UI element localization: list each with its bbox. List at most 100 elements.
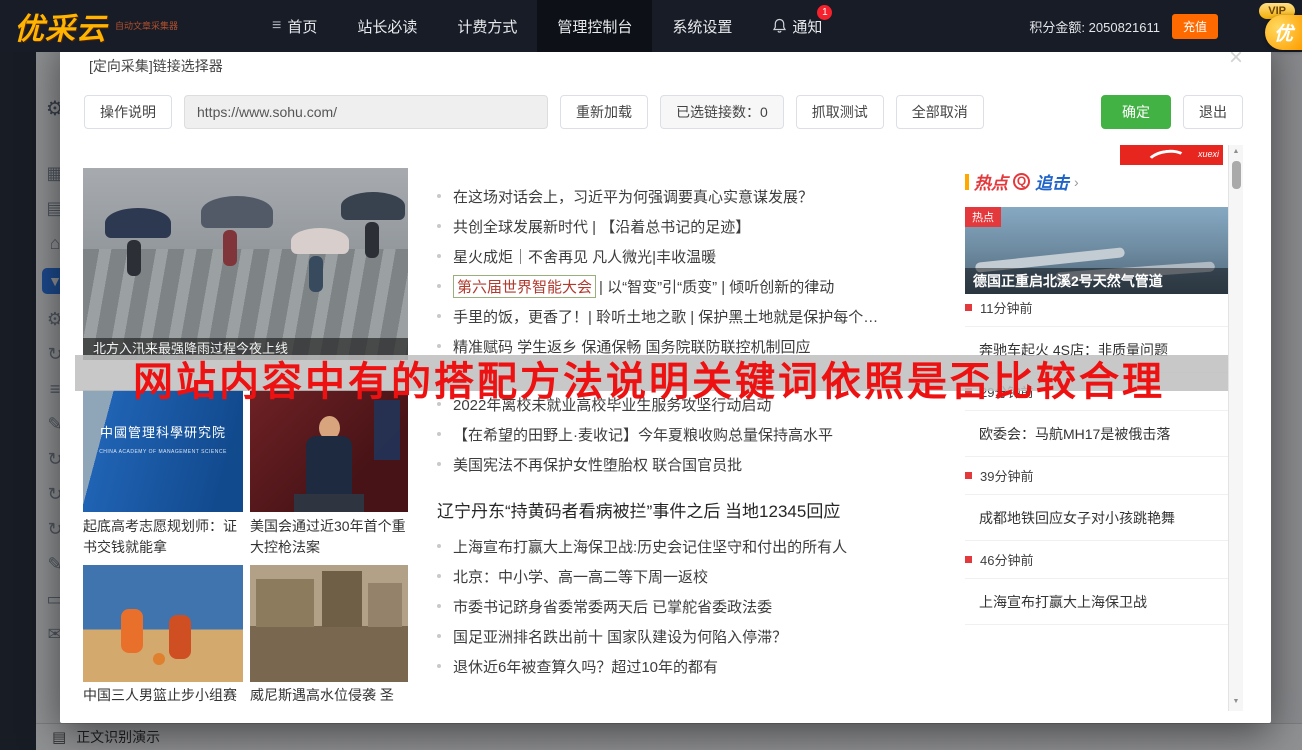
hotspot-label: 热点 <box>974 169 1008 194</box>
menu-icon: ≡ <box>272 17 281 35</box>
bullet-dot-icon <box>437 224 441 228</box>
headline-text: 北京：中小学、高一高二等下周一返校 <box>453 566 708 587</box>
news-headline[interactable]: 退休近6年被查算久吗？超过10年的都有 <box>437 651 953 681</box>
url-input[interactable] <box>184 95 548 129</box>
bullet-dot-icon <box>437 664 441 668</box>
cancel-all-button[interactable]: 全部取消 <box>896 95 984 129</box>
news-headline[interactable]: 手里的饭，更香了！| 聆听土地之歌 | 保护黑土地就是保护每个… <box>437 301 953 331</box>
news-headline[interactable]: 第六届世界智能大会 | 以“智变”引“质变” | 倾听创新的律动 <box>437 271 953 301</box>
selected-links-counter: 已选链接数：0 <box>660 95 784 129</box>
thumbnail-caption[interactable]: 起底高考志愿规划师：证书交钱就能拿 <box>83 516 243 558</box>
nav-label: 计费方式 <box>457 16 517 37</box>
player-shape <box>169 615 191 659</box>
grab-test-button[interactable]: 抓取测试 <box>796 95 884 129</box>
magnifier-icon: Q <box>1013 173 1030 190</box>
bullet-dot-icon <box>437 574 441 578</box>
news-headline[interactable]: 市委书记跻身省委常委两天后 已掌舵省委政法委 <box>437 591 953 621</box>
news-headline[interactable]: 【在希望的田野上·麦收记】今年夏粮收购总量保持高水平 <box>437 419 953 449</box>
help-button[interactable]: 操作说明 <box>84 95 172 129</box>
scroll-down-icon[interactable]: ▼ <box>1229 698 1243 705</box>
promo-banner-fragment[interactable]: xuexi <box>1120 145 1223 165</box>
building-shape <box>256 579 314 627</box>
headline-text: 【在希望的田野上·麦收记】今年夏粮收购总量保持高水平 <box>453 424 833 445</box>
scroll-up-icon[interactable]: ▲ <box>1229 148 1243 155</box>
news-headline[interactable]: 北京：中小学、高一高二等下周一返校 <box>437 561 953 591</box>
headline-text: 市委书记跻身省委常委两天后 已掌舵省委政法委 <box>453 596 772 617</box>
basketball-shape <box>153 653 165 665</box>
hotspot-headline[interactable]: 上海宣布打赢大上海保卫战 <box>965 579 1228 625</box>
thumbnail-image-academy[interactable]: 中國管理科學研究院 CHINA ACADEMY OF MANAGEMENT SC… <box>83 390 243 512</box>
selected-link-highlight[interactable]: 第六届世界智能大会 <box>453 275 596 298</box>
nav-item-notifications[interactable]: 通知 1 <box>752 0 842 52</box>
news-headline[interactable]: 在这场对话会上，习近平为何强调要真心实意谋发展？ <box>437 181 953 211</box>
watermark-overlay-text: 网站内容中有的搭配方法说明关键词依照是否比较合理 <box>133 349 1165 407</box>
headline-text: 退休近6年被查算久吗？超过10年的都有 <box>453 656 718 677</box>
academy-sign-title: 中國管理科學研究院 <box>83 422 243 441</box>
nav-item-settings[interactable]: 系统设置 <box>652 0 752 52</box>
recharge-button[interactable]: 充值 <box>1172 14 1218 39</box>
brand[interactable]: 优采云 自动文章采集器 <box>0 4 252 48</box>
thumbnail-image-speech[interactable] <box>250 390 408 512</box>
chase-label: 追击 <box>1035 169 1069 194</box>
hotspot-headline[interactable]: 欧委会：马航MH17是被俄击落 <box>965 411 1228 457</box>
confirm-button[interactable]: 确定 <box>1101 95 1171 129</box>
pedestrian-shape <box>223 230 237 266</box>
reload-button[interactable]: 重新加载 <box>560 95 648 129</box>
news-headline[interactable]: 国足亚洲排名跌出前十 国家队建设为何陷入停滞？ <box>437 621 953 651</box>
bullet-dot-icon <box>437 544 441 548</box>
yellow-bar-icon <box>965 174 969 190</box>
building-shape <box>368 583 402 627</box>
banner-swoosh-shape <box>1145 147 1190 165</box>
screen: ⚙ ▦ ▤ ⌂ ▼ ⚙ ↻ ≡ ✎ ↻ ↻ ↻ ✎ ▭ ✉ ▤ 正文识别演示 <box>0 0 1302 750</box>
nav-item-must-read[interactable]: 站长必读 <box>337 0 437 52</box>
news-headline[interactable]: 共创全球发展新时代 | 【沿着总书记的足迹】 <box>437 211 953 241</box>
hot-badge: 热点 <box>965 207 1001 227</box>
dialog-toolbar: 操作说明 重新加载 已选链接数：0 抓取测试 全部取消 确定 退出 <box>84 95 1243 129</box>
news-headline[interactable]: 上海宣布打赢大上海保卫战:历史会记住坚守和付出的所有人 <box>437 531 953 561</box>
hotspot-section-header[interactable]: 热点 Q 追击 › <box>965 169 1079 194</box>
brand-logo: 优采云 <box>14 4 107 48</box>
hotspot-timestamp: 39分钟前 <box>965 457 1228 495</box>
thumbnail-image-basketball[interactable] <box>83 565 243 682</box>
hotspot-lead-image[interactable]: 热点 德国正重启北溪2号天然气管道 <box>965 207 1228 294</box>
hotspot-timestamp: 46分钟前 <box>965 541 1228 579</box>
pedestrian-shape <box>127 240 141 276</box>
headline-text: 共创全球发展新时代 | 【沿着总书记的足迹】 <box>453 216 750 237</box>
thumbnail-image-venice[interactable] <box>250 565 408 682</box>
bullet-dot-icon <box>437 194 441 198</box>
nav-item-console[interactable]: 管理控制台 <box>537 0 652 52</box>
points-balance: 积分金额: 2050821611 <box>1029 17 1160 36</box>
nav-item-billing[interactable]: 计费方式 <box>437 0 537 52</box>
nav-label: 通知 <box>792 16 822 37</box>
news-headline-featured[interactable]: 辽宁丹东“持黄码者看病被拦”事件之后 当地12345回应 <box>437 487 953 531</box>
floating-assistant-widget[interactable]: 优 <box>1265 15 1302 50</box>
news-headline[interactable]: 星火成炬｜不舍再见 凡人微光|丰收温暖 <box>437 241 953 271</box>
hero-image[interactable]: 北方入汛来最强降雨过程今夜上线 <box>83 168 408 360</box>
red-square-icon <box>965 304 972 311</box>
timestamp-text: 39分钟前 <box>980 466 1033 485</box>
player-shape <box>121 609 143 653</box>
bullet-dot-icon <box>437 462 441 466</box>
thumbnail-caption[interactable]: 美国会通过近30年首个重大控枪法案 <box>250 516 408 558</box>
thumbnail-caption[interactable]: 威尼斯遇高水位侵袭 圣 <box>250 685 408 706</box>
nav-label: 站长必读 <box>357 16 417 37</box>
top-navbar: 优采云 自动文章采集器 ≡ 首页 站长必读 计费方式 管理控制台 系统设置 通知… <box>0 0 1302 52</box>
red-square-icon <box>965 556 972 563</box>
banner-text: xuexi <box>1198 149 1219 159</box>
news-headline[interactable]: 美国宪法不再保护女性堕胎权 联合国官员批 <box>437 449 953 479</box>
quit-button[interactable]: 退出 <box>1183 95 1243 129</box>
headline-text: 辽宁丹东“持黄码者看病被拦”事件之后 当地12345回应 <box>437 497 840 522</box>
thumbnail-caption[interactable]: 中国三人男篮止步小组赛 <box>83 685 243 706</box>
bullet-dot-icon <box>437 432 441 436</box>
hotspot-headline[interactable]: 成都地铁回应女子对小孩跳艳舞 <box>965 495 1228 541</box>
dialog-title: [定向采集]链接选择器 <box>89 56 223 76</box>
scrollbar-thumb[interactable] <box>1232 161 1241 189</box>
bullet-dot-icon <box>437 284 441 288</box>
scrollbar[interactable]: ▲ ▼ <box>1228 145 1243 711</box>
timestamp-text: 11分钟前 <box>980 298 1033 317</box>
nav-item-home[interactable]: ≡ 首页 <box>252 0 337 52</box>
pedestrian-shape <box>309 256 323 292</box>
headline-text: 星火成炬｜不舍再见 凡人微光|丰收温暖 <box>453 246 716 267</box>
notification-badge: 1 <box>817 5 832 20</box>
news-headline-list: 在这场对话会上，习近平为何强调要真心实意谋发展？ 共创全球发展新时代 | 【沿着… <box>437 181 953 681</box>
